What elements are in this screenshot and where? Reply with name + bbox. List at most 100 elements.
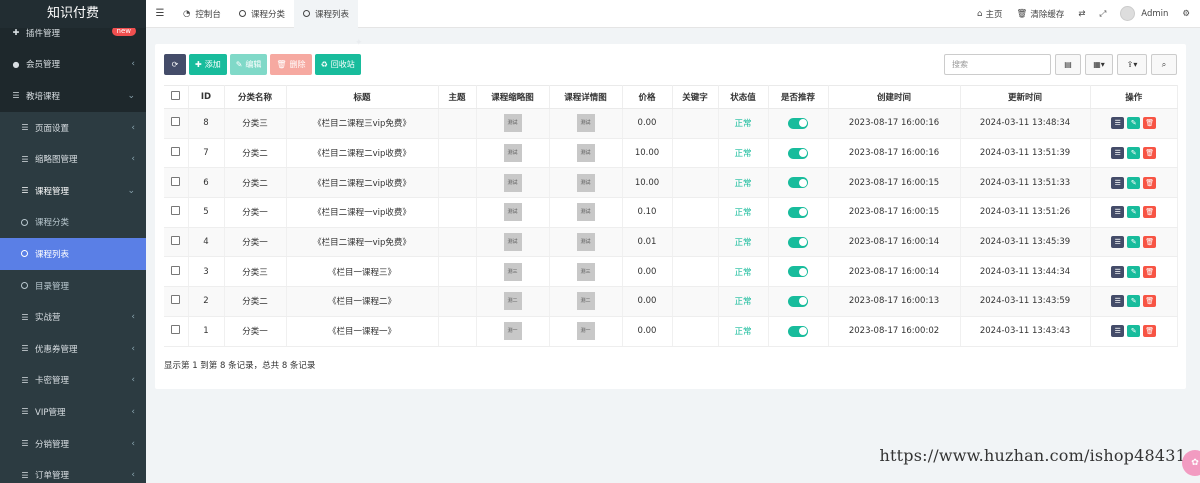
recommend-toggle[interactable] <box>788 177 808 189</box>
translate-icon[interactable]: ⇄ <box>1071 9 1092 19</box>
sidebar-item-coupon[interactable]: ☰ 优惠券管理 ‹ <box>0 332 146 365</box>
detail-image[interactable]: 测一 <box>576 322 595 341</box>
cell-thumb[interactable]: 测试 <box>476 167 550 199</box>
delete-trash-icon[interactable]: 🗑 <box>1143 206 1157 219</box>
detail-image[interactable]: 测试 <box>576 114 595 133</box>
col-updated[interactable]: 更新时间 <box>960 85 1091 109</box>
delete-trash-icon[interactable]: 🗑 <box>1143 295 1157 308</box>
table-row[interactable]: 4 分类一 《栏目二课程一vip免费》 测试 测试 0.01 正常 2023-08-17 16… <box>164 227 1178 258</box>
col-status[interactable]: 状态值 <box>718 85 769 109</box>
hamburger-icon[interactable]: ☰ <box>146 8 174 19</box>
search-input[interactable]: 搜索 <box>944 54 1051 75</box>
col-created[interactable]: 创建时间 <box>828 85 961 109</box>
sidebar-item-courses[interactable]: ☰ 教培课程 ⌄ <box>0 80 146 112</box>
detail-image[interactable]: 测三 <box>576 262 595 281</box>
row-checkbox[interactable] <box>164 197 189 228</box>
edit-pencil-icon[interactable]: ✎ <box>1127 295 1141 308</box>
search-icon[interactable]: ⌕ <box>1151 54 1177 75</box>
delete-trash-icon[interactable]: 🗑 <box>1143 325 1157 338</box>
cell-thumb[interactable]: 测三 <box>476 256 550 288</box>
col-id[interactable]: ID <box>188 85 225 109</box>
table-row[interactable]: 1 分类一 《栏目一课程一》 测一 测一 0.00 正常 2023-08-17 16:00:0… <box>164 316 1178 347</box>
col-recommend[interactable]: 是否推荐 <box>768 85 829 109</box>
cell-thumb[interactable]: 测试 <box>476 227 550 258</box>
select-all-checkbox[interactable] <box>164 85 189 109</box>
detail-list-icon[interactable]: ☰ <box>1111 295 1125 308</box>
delete-trash-icon[interactable]: 🗑 <box>1143 236 1157 249</box>
sidebar-item-members[interactable]: ● 会员管理 ‹ <box>0 48 146 81</box>
col-category[interactable]: 分类名称 <box>224 85 287 109</box>
cell-thumb[interactable]: 测一 <box>476 316 550 347</box>
recommend-toggle[interactable] <box>788 236 808 248</box>
settings-icon[interactable]: ⚙ <box>1175 9 1200 19</box>
thumbnail-image[interactable]: 测试 <box>503 144 522 163</box>
sidebar-item-course-category[interactable]: 课程分类 <box>0 206 146 239</box>
cell-thumb[interactable]: 测试 <box>476 138 550 169</box>
edit-pencil-icon[interactable]: ✎ <box>1127 325 1141 338</box>
tab-course-category[interactable]: 课程分类 <box>230 0 294 28</box>
clear-cache-button[interactable]: 🗑 清除缓存 <box>1010 8 1072 20</box>
detail-image[interactable]: 测试 <box>576 203 595 222</box>
app-logo[interactable]: 知识付费 <box>0 0 146 28</box>
sidebar-item-orders[interactable]: ☰ 订单管理 ‹ <box>0 459 146 483</box>
table-row[interactable]: 2 分类二 《栏目一课程二》 测二 测二 0.00 正常 2023-08-17 16:00:1… <box>164 286 1178 317</box>
sidebar-item-vip[interactable]: ☰ VIP管理 ‹ <box>0 396 146 428</box>
fullscreen-icon[interactable]: ⤢ <box>1092 9 1113 19</box>
sidebar-item-thumbnail[interactable]: ☰ 缩略图管理 ‹ <box>0 143 146 175</box>
tab-dashboard[interactable]: ◔ 控制台 <box>174 0 230 28</box>
thumbnail-image[interactable]: 测三 <box>503 262 522 281</box>
thumbnail-image[interactable]: 测试 <box>503 173 522 192</box>
col-theme[interactable]: 主题 <box>438 85 477 109</box>
col-title[interactable]: 标题 <box>286 85 439 109</box>
delete-trash-icon[interactable]: 🗑 <box>1143 147 1157 160</box>
recommend-toggle[interactable] <box>788 325 808 337</box>
recommend-toggle[interactable] <box>788 295 808 307</box>
thumbnail-image[interactable]: 测一 <box>503 322 522 341</box>
detail-list-icon[interactable]: ☰ <box>1111 265 1125 278</box>
detail-list-icon[interactable]: ☰ <box>1111 325 1125 338</box>
cell-detail[interactable]: 测一 <box>549 316 623 347</box>
table-row[interactable]: 3 分类三 《栏目一课程三》 测三 测三 0.00 正常 2023-08-17 16:00:1… <box>164 256 1178 288</box>
sidebar-item-card[interactable]: ☰ 卡密管理 ‹ <box>0 364 146 397</box>
edit-pencil-icon[interactable]: ✎ <box>1127 147 1141 160</box>
thumbnail-image[interactable]: 测二 <box>503 292 522 311</box>
recommend-toggle[interactable] <box>788 266 808 278</box>
export-icon[interactable]: ⇪▾ <box>1117 54 1147 75</box>
detail-image[interactable]: 测试 <box>576 233 595 252</box>
sidebar-item-course-list[interactable]: 课程列表 <box>0 238 146 270</box>
recycle-bin-button[interactable]: ♻ 回收站 <box>314 54 361 75</box>
col-keyword[interactable]: 关键字 <box>672 85 719 109</box>
detail-image[interactable]: 测试 <box>576 144 595 163</box>
row-checkbox[interactable] <box>164 138 189 169</box>
cell-detail[interactable]: 测三 <box>549 256 623 288</box>
cell-detail[interactable]: 测二 <box>549 286 623 317</box>
edit-pencil-icon[interactable]: ✎ <box>1127 265 1141 278</box>
edit-pencil-icon[interactable]: ✎ <box>1127 206 1141 219</box>
tab-course-list[interactable]: 课程列表 <box>293 0 358 28</box>
cell-detail[interactable]: 测试 <box>549 108 623 139</box>
cell-detail[interactable]: 测试 <box>549 167 623 199</box>
col-detail[interactable]: 课程详情图 <box>549 85 623 109</box>
grid-columns-icon[interactable]: ▦▾ <box>1085 54 1113 75</box>
cell-detail[interactable]: 测试 <box>549 138 623 169</box>
row-checkbox[interactable] <box>164 316 189 347</box>
detail-image[interactable]: 测试 <box>576 173 595 192</box>
thumbnail-image[interactable]: 测试 <box>503 114 522 133</box>
delete-trash-icon[interactable]: 🗑 <box>1143 176 1157 189</box>
cell-thumb[interactable]: 测二 <box>476 286 550 317</box>
chat-bubble-icon[interactable]: ✿ <box>1182 450 1200 476</box>
table-row[interactable]: 7 分类二 《栏目二课程二vip收费》 测试 测试 10.00 正常 2023-08-17 1… <box>164 138 1178 169</box>
cell-detail[interactable]: 测试 <box>549 227 623 258</box>
home-link[interactable]: ⌂ 主页 <box>970 8 1009 20</box>
row-checkbox[interactable] <box>164 108 189 139</box>
detail-image[interactable]: 测二 <box>576 292 595 311</box>
cell-thumb[interactable]: 测试 <box>476 197 550 228</box>
row-checkbox[interactable] <box>164 227 189 258</box>
row-checkbox[interactable] <box>164 256 189 288</box>
detail-list-icon[interactable]: ☰ <box>1111 206 1125 219</box>
delete-button[interactable]: 🗑 删除 <box>270 54 312 75</box>
thumbnail-image[interactable]: 测试 <box>503 203 522 222</box>
sidebar-item-bootcamp[interactable]: ☰ 实战营 ‹ <box>0 301 146 333</box>
recommend-toggle[interactable] <box>788 147 808 159</box>
delete-trash-icon[interactable]: 🗑 <box>1143 265 1157 278</box>
